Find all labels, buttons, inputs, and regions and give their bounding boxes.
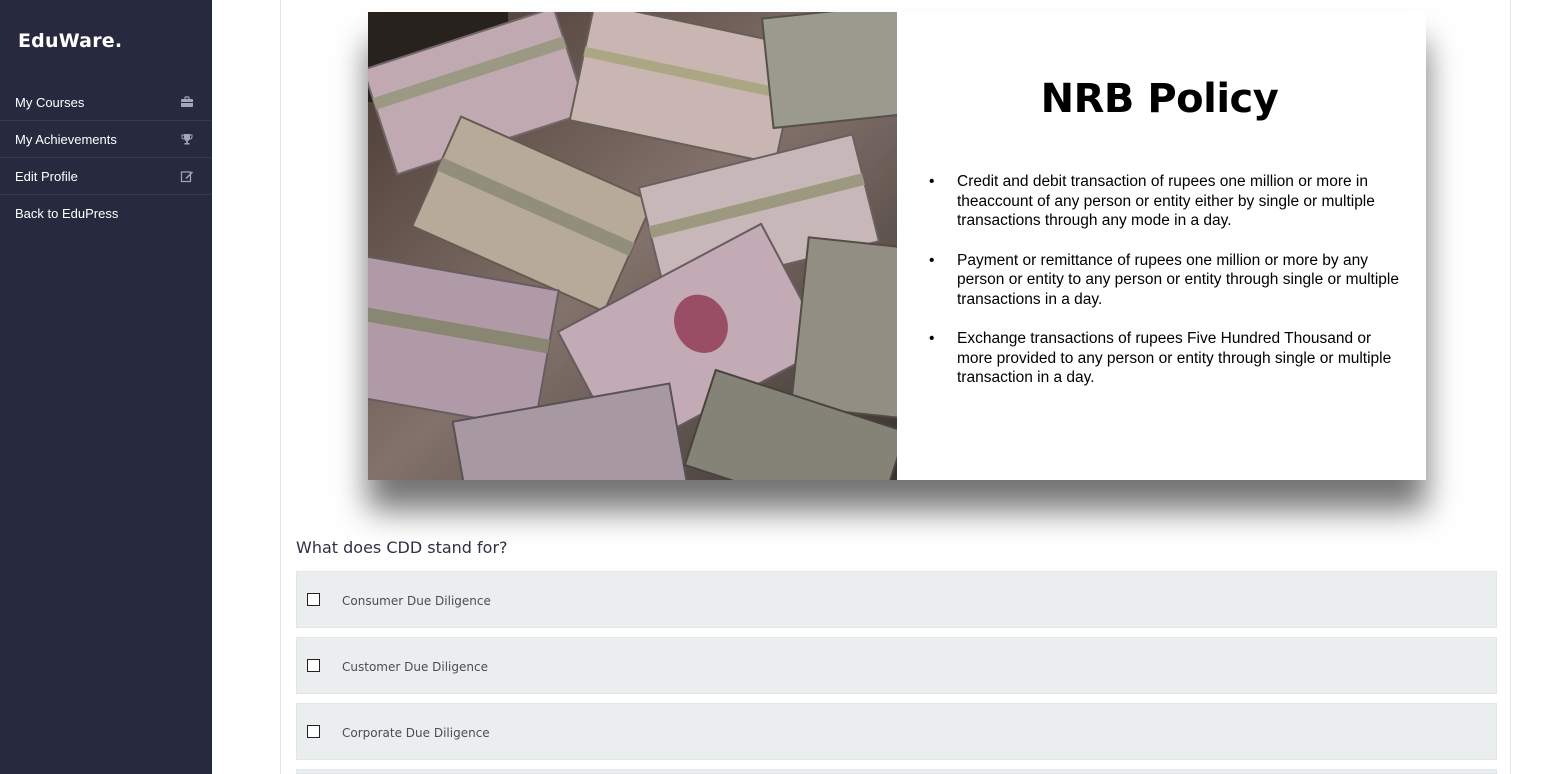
banknotes-photo xyxy=(368,12,897,480)
sidebar-item-my-courses[interactable]: My Courses xyxy=(0,84,212,121)
sidebar-item-label: Back to EduPress xyxy=(15,206,119,221)
list-item: • Payment or remittance of rupees one mil… xyxy=(927,251,1407,310)
bullet-icon: • xyxy=(929,251,935,269)
sidebar-item-back-to-edupress[interactable]: Back to EduPress xyxy=(0,195,212,232)
quiz-option-4[interactable] xyxy=(296,769,1497,774)
option-label: Customer Due Diligence xyxy=(342,660,488,674)
slide-title: NRB Policy xyxy=(1040,76,1279,122)
sidebar-item-label: My Achievements xyxy=(15,132,117,147)
bullet-text: Credit and debit transaction of rupees o… xyxy=(957,173,1375,229)
checkbox[interactable] xyxy=(307,725,320,738)
list-item: • Credit and debit transaction of rupees … xyxy=(927,172,1407,231)
sidebar: EduWare. My Courses My Achievements Edit… xyxy=(0,0,212,774)
brand-logo[interactable]: EduWare. xyxy=(18,30,122,52)
sidebar-item-label: My Courses xyxy=(15,95,85,110)
option-label: Corporate Due Diligence xyxy=(342,726,490,740)
checkbox[interactable] xyxy=(307,593,320,606)
quiz-option-2[interactable]: Customer Due Diligence xyxy=(296,637,1497,694)
sidebar-item-label: Edit Profile xyxy=(15,169,78,184)
checkbox[interactable] xyxy=(307,659,320,672)
trophy-icon xyxy=(180,132,194,146)
quiz-question: What does CDD stand for? xyxy=(296,538,508,557)
bullet-text: Exchange transactions of rupees Five Hun… xyxy=(957,330,1392,386)
quiz-option-3[interactable]: Corporate Due Diligence xyxy=(296,703,1497,760)
slide-text-panel: NRB Policy • Credit and debit transaction… xyxy=(897,12,1426,480)
slide-bullet-list: • Credit and debit transaction of rupees … xyxy=(927,172,1407,408)
main-content: NRB Policy • Credit and debit transaction… xyxy=(280,0,1511,774)
quiz-option-1[interactable]: Consumer Due Diligence xyxy=(296,571,1497,628)
option-label: Consumer Due Diligence xyxy=(342,594,491,608)
sidebar-item-my-achievements[interactable]: My Achievements xyxy=(0,121,212,158)
briefcase-icon xyxy=(180,95,194,109)
sidebar-nav: My Courses My Achievements Edit Profile … xyxy=(0,84,212,232)
lesson-slide: NRB Policy • Credit and debit transaction… xyxy=(368,12,1426,480)
edit-icon xyxy=(180,169,194,183)
bullet-icon: • xyxy=(929,173,935,190)
bullet-icon: • xyxy=(929,330,935,347)
list-item: • Exchange transactions of rupees Five Hu… xyxy=(927,329,1407,388)
bullet-text: Payment or remittance of rupees one mill… xyxy=(957,251,1399,308)
sidebar-item-edit-profile[interactable]: Edit Profile xyxy=(0,158,212,195)
